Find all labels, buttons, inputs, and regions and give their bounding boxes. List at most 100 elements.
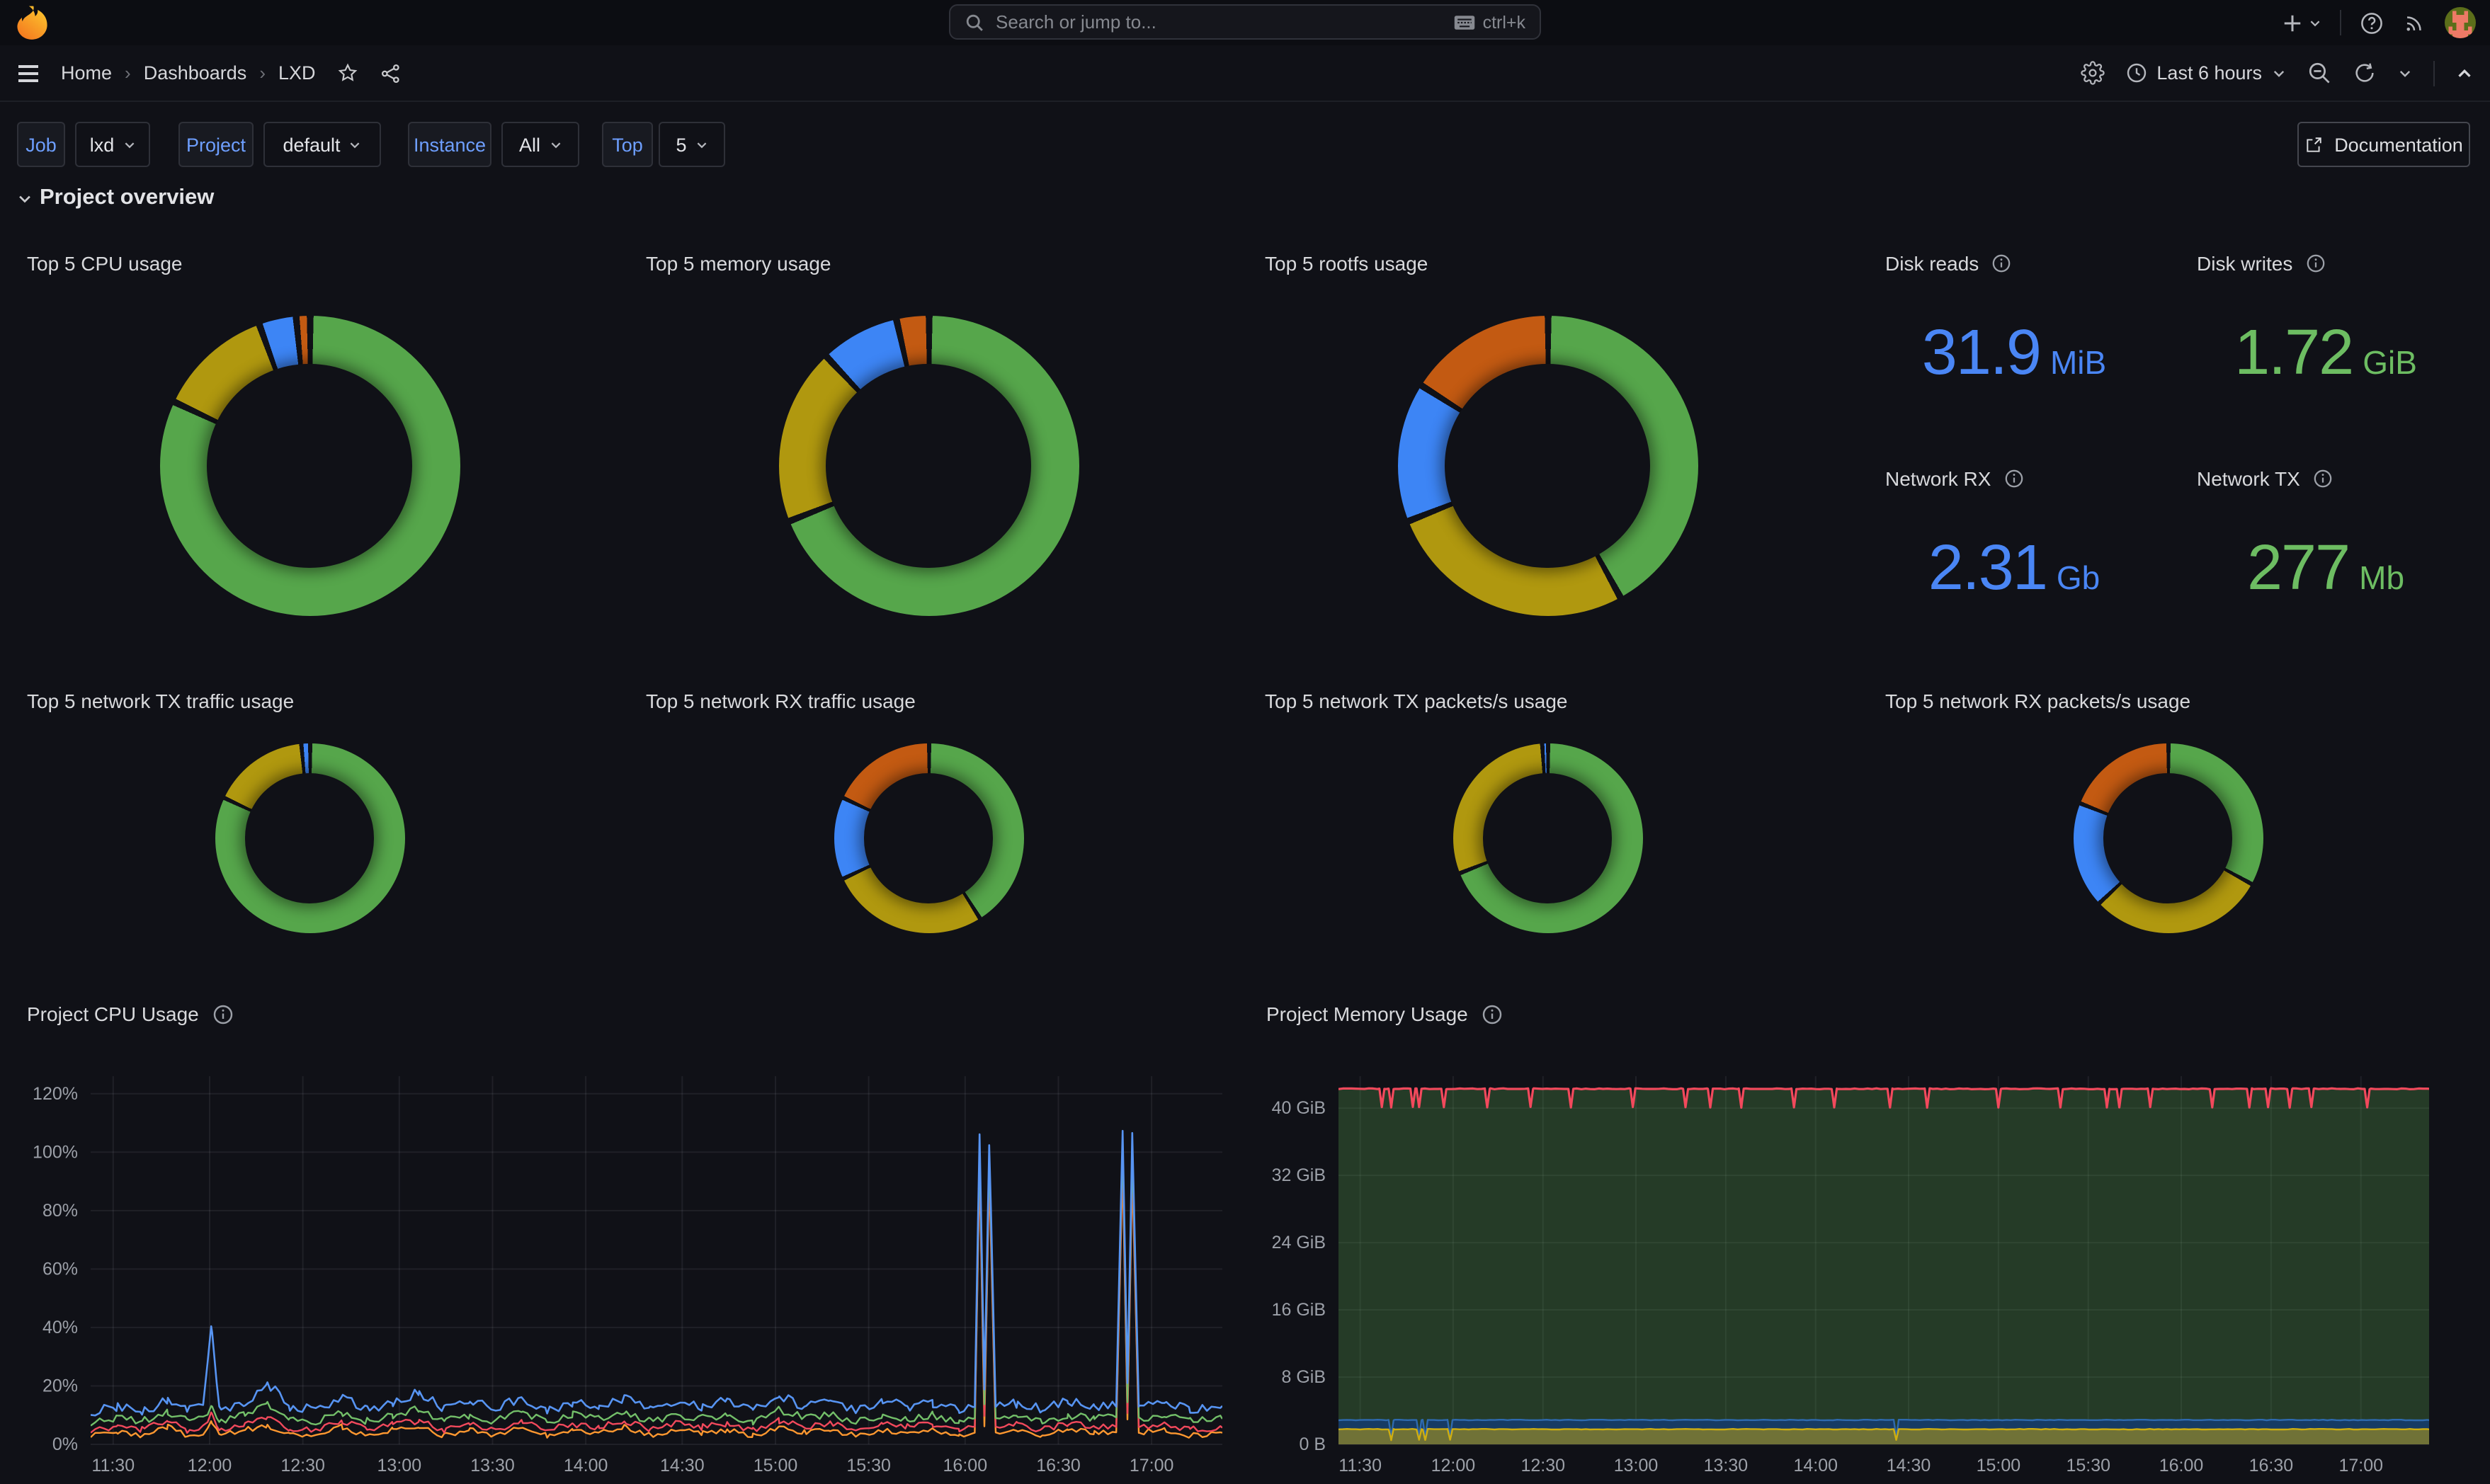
row-project-overview[interactable]: Project overview [17, 186, 214, 211]
refresh-interval-chevron-icon[interactable] [2398, 66, 2412, 80]
panel-title[interactable]: Top 5 network RX packets/s usage [1885, 690, 2190, 712]
donut-hole [864, 774, 993, 903]
svg-text:13:30: 13:30 [470, 1456, 515, 1476]
filter-instance-select[interactable]: All [501, 122, 579, 167]
chevron-down-icon [349, 138, 362, 151]
svg-text:16:30: 16:30 [2249, 1456, 2294, 1476]
chevron-down-icon [549, 138, 562, 151]
time-range-label: Last 6 hours [2156, 62, 2262, 84]
memory-usage-time-series-chart[interactable]: 0 B8 GiB16 GiB24 GiB32 GiB40 GiB11:3012:… [1246, 1055, 2490, 1483]
svg-text:11:30: 11:30 [91, 1456, 135, 1476]
svg-text:14:30: 14:30 [1887, 1456, 1931, 1476]
svg-text:15:30: 15:30 [846, 1456, 891, 1476]
search-input[interactable]: Search or jump to... ctrl+k [949, 4, 1541, 40]
svg-text:40%: 40% [42, 1318, 78, 1337]
add-new-button[interactable] [2282, 12, 2321, 33]
panel-title[interactable]: Project CPU Usage [27, 1003, 234, 1025]
memory-usage-donut-chart[interactable] [778, 316, 1079, 616]
search-shortcut: ctrl+k [1453, 12, 1525, 32]
cpu-usage-donut-chart[interactable] [159, 316, 460, 616]
svg-text:80%: 80% [42, 1201, 78, 1221]
collapse-caret-up-icon[interactable] [2456, 64, 2473, 81]
panel-top5-cpu-usage: Top 5 CPU usage [0, 234, 619, 656]
svg-text:32 GiB: 32 GiB [1272, 1165, 1326, 1185]
menu-hamburger-icon[interactable] [17, 63, 40, 83]
network-rx-traffic-donut-chart[interactable] [834, 743, 1023, 933]
panel-top5-network-tx-packets: Top 5 network TX packets/s usage [1238, 670, 1857, 988]
nav-divider [2433, 60, 2435, 86]
panel-title[interactable]: Top 5 memory usage [646, 252, 831, 275]
dashboard-settings-gear-icon[interactable] [2080, 61, 2104, 85]
svg-text:12:30: 12:30 [1520, 1456, 1565, 1476]
panel-title[interactable]: Top 5 network RX traffic usage [646, 690, 916, 712]
panel-project-memory-usage: Project Memory Usage 0 B8 GiB16 GiB24 Gi… [1246, 991, 2490, 1484]
grafana-logo-icon[interactable] [14, 4, 51, 41]
donut-hole [208, 364, 411, 568]
svg-text:16:00: 16:00 [2159, 1456, 2204, 1476]
network-tx-packets-donut-chart[interactable] [1452, 743, 1642, 933]
stat-label[interactable]: Disk reads [1885, 252, 1979, 275]
svg-text:15:00: 15:00 [1977, 1456, 2021, 1476]
svg-text:13:00: 13:00 [377, 1456, 422, 1476]
breadcrumb-home[interactable]: Home [61, 62, 112, 84]
stat-unit: Gb [2057, 559, 2100, 598]
news-rss-icon[interactable] [2402, 11, 2426, 35]
filter-project-label[interactable]: Project [178, 122, 254, 167]
svg-text:12:00: 12:00 [188, 1456, 232, 1476]
refresh-icon[interactable] [2353, 61, 2377, 85]
donut-hole [245, 774, 374, 903]
clock-icon [2125, 62, 2147, 84]
filter-job-label[interactable]: Job [17, 122, 65, 167]
filter-job-select[interactable]: lxd [75, 122, 150, 167]
svg-text:17:00: 17:00 [2338, 1456, 2383, 1476]
stat-label[interactable]: Network TX [2197, 467, 2300, 490]
breadcrumb-current[interactable]: LXD [278, 62, 316, 84]
section-title: Project overview [40, 186, 214, 211]
panel-title[interactable]: Top 5 network TX packets/s usage [1265, 690, 1568, 712]
grafana-dashboard: Search or jump to... ctrl+k [0, 0, 2490, 1484]
filter-top-label[interactable]: Top [602, 122, 653, 167]
svg-text:0%: 0% [52, 1434, 78, 1454]
panel-title[interactable]: Top 5 network TX traffic usage [27, 690, 294, 712]
stat-label[interactable]: Disk writes [2197, 252, 2292, 275]
nav-left: Home › Dashboards › LXD [17, 62, 402, 84]
donut-hole [1483, 774, 1612, 903]
cpu-usage-time-series-chart[interactable]: 0%20%40%60%80%100%120%11:3012:0012:3013:… [0, 1055, 1246, 1483]
stat-value: 31.9 [1922, 316, 2040, 389]
stat-value: 1.72 [2234, 316, 2353, 389]
help-icon[interactable] [2360, 11, 2384, 35]
stat-value: 2.31 [1928, 531, 2047, 605]
info-icon [2313, 469, 2333, 489]
stat-label[interactable]: Network RX [1885, 467, 1991, 490]
search-placeholder: Search or jump to... [996, 11, 1442, 33]
panel-top5-network-rx-traffic: Top 5 network RX traffic usage [619, 670, 1238, 988]
panel-title[interactable]: Top 5 CPU usage [27, 252, 182, 275]
network-tx-traffic-donut-chart[interactable] [215, 743, 404, 933]
favorite-star-icon[interactable] [337, 62, 358, 84]
network-rx-packets-donut-chart[interactable] [2073, 743, 2263, 933]
panel-top5-rootfs-usage: Top 5 rootfs usage [1238, 234, 1857, 656]
svg-text:15:00: 15:00 [754, 1456, 798, 1476]
svg-text:120%: 120% [33, 1084, 78, 1104]
info-icon [1482, 1003, 1503, 1024]
breadcrumb: Home › Dashboards › LXD [61, 62, 316, 84]
topbar-divider [2340, 10, 2341, 35]
breadcrumb-dashboards[interactable]: Dashboards [144, 62, 247, 84]
user-avatar[interactable] [2445, 7, 2476, 38]
zoom-out-icon[interactable] [2307, 61, 2331, 85]
filter-project-select[interactable]: default [263, 122, 381, 167]
search-icon [965, 12, 984, 32]
stat-network-tx: Network TX 277Mb [2170, 449, 2482, 664]
filter-top-select[interactable]: 5 [659, 122, 725, 167]
share-icon[interactable] [380, 62, 402, 84]
time-range-picker[interactable]: Last 6 hours [2125, 62, 2286, 84]
panel-title[interactable]: Project Memory Usage [1266, 1003, 1503, 1025]
dashboard-nav-row: Home › Dashboards › LXD [0, 45, 2490, 102]
info-icon [2305, 253, 2325, 273]
svg-text:16:00: 16:00 [943, 1456, 988, 1476]
info-icon [2003, 469, 2023, 489]
filter-instance-label[interactable]: Instance [408, 122, 491, 167]
documentation-button[interactable]: Documentation [2297, 122, 2470, 167]
rootfs-usage-donut-chart[interactable] [1397, 316, 1698, 616]
panel-title[interactable]: Top 5 rootfs usage [1265, 252, 1428, 275]
